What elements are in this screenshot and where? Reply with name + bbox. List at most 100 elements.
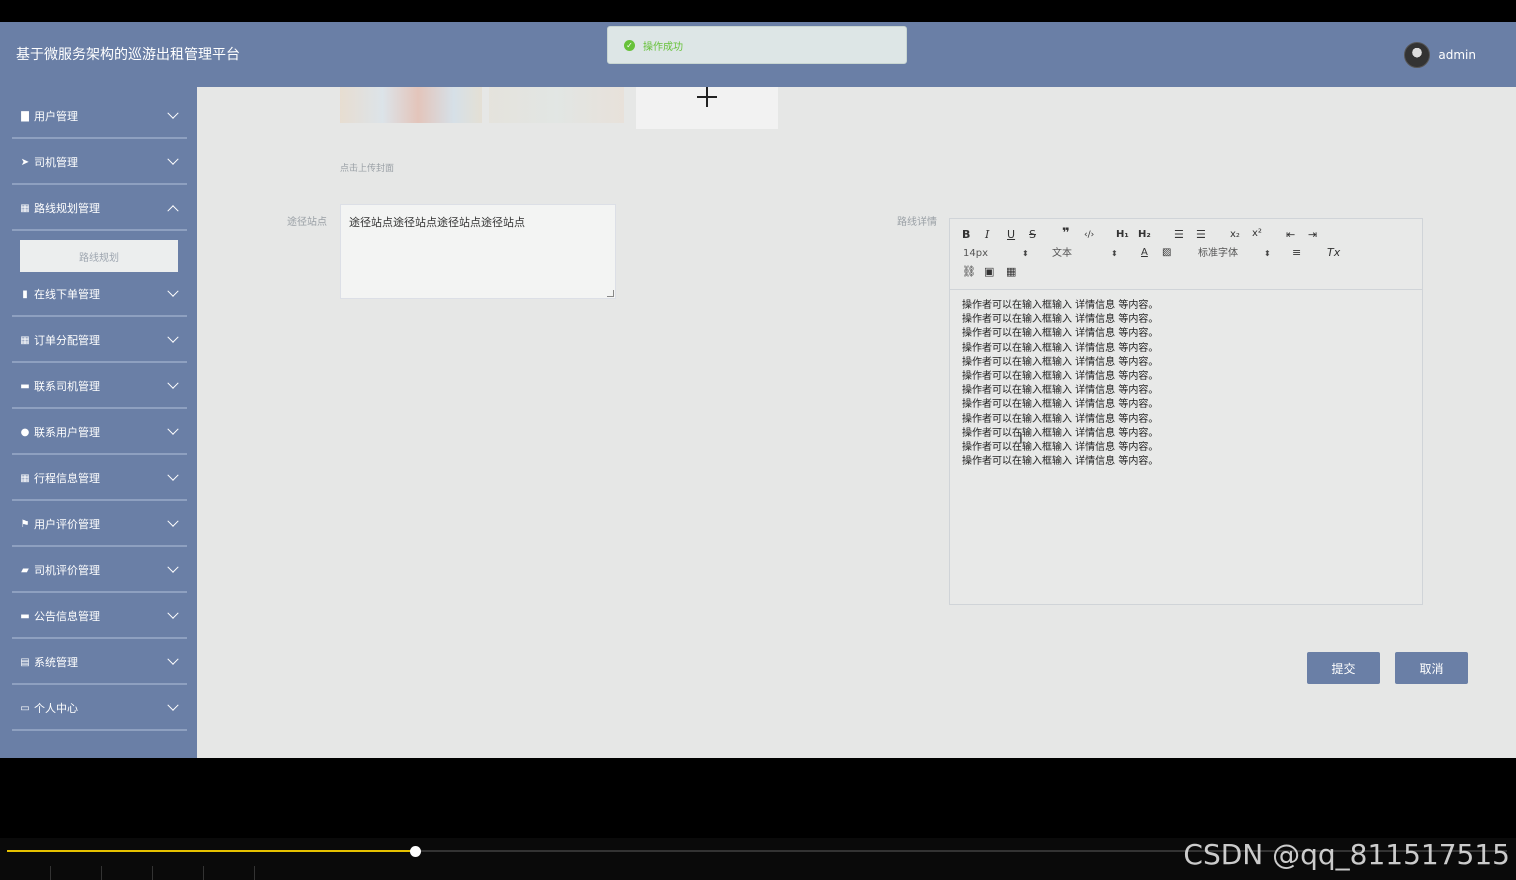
- check-circle-icon: ✓: [624, 39, 635, 51]
- grid-icon: ▦: [20, 334, 30, 346]
- subscript-icon[interactable]: x₂: [1230, 228, 1240, 242]
- stops-textarea[interactable]: 途径站点途径站点途径站点途径站点: [340, 204, 616, 299]
- sidebar-item[interactable]: ▦ 路线规划管理: [12, 187, 187, 231]
- font-color-icon[interactable]: A: [1141, 246, 1148, 260]
- sidebar-item-label: 用户评价管理: [34, 518, 100, 531]
- sidebar-item[interactable]: ▦ 行程信息管理: [12, 457, 187, 501]
- clear-format-icon[interactable]: Tx: [1327, 246, 1340, 260]
- submit-button[interactable]: 提交: [1307, 652, 1380, 684]
- bulb-icon: ●: [20, 426, 30, 438]
- editor-line: 操作者可以在输入框输入 详情信息 等内容。: [962, 342, 1159, 354]
- editor-line: 操作者可以在输入框输入 详情信息 等内容。: [962, 413, 1159, 425]
- text-cursor-icon: I: [1019, 432, 1023, 447]
- font-size-select[interactable]: 14px: [963, 247, 988, 261]
- chevron-down-icon: [167, 153, 179, 165]
- cover-image-thumbnail[interactable]: [340, 87, 482, 123]
- player-tab[interactable]: [0, 866, 51, 880]
- sidebar-item-label: 系统管理: [34, 656, 78, 669]
- background-color-icon[interactable]: ▨: [1162, 246, 1171, 260]
- video-player-bar: CSDN @qq_811517515: [0, 838, 1516, 880]
- editor-line: 操作者可以在输入框输入 详情信息 等内容。: [962, 314, 1159, 326]
- sidebar-item[interactable]: ▇ 用户管理: [12, 95, 187, 139]
- player-tabs: [0, 866, 260, 880]
- chevron-down-icon: [167, 331, 179, 343]
- sidebar-item[interactable]: ⚑ 用户评价管理: [12, 503, 187, 547]
- document-icon: ▤: [20, 656, 30, 668]
- upload-hint: 点击上传封面: [340, 164, 395, 174]
- link-icon[interactable]: ⛓: [962, 265, 976, 279]
- align-icon[interactable]: ≡: [1292, 246, 1301, 260]
- underline-icon[interactable]: U: [1007, 228, 1015, 242]
- sidebar: 路线规划 ▇ 用户管理 ➤ 司机管理 ▦ 路线规划管理 ▮ 在线下单管理 ▦ 订单分配管理 ▬ 联系司…: [0, 87, 197, 758]
- superscript-icon[interactable]: x²: [1252, 227, 1262, 241]
- select-arrow-icon: ⬍: [1022, 249, 1029, 258]
- editor-toolbar: B I U S ❞ ‹/› H₁ H₂ ☰ ☰ x₂ x² ⇤ ⇥ 14px ⬍…: [950, 219, 1422, 290]
- editor-line: 操作者可以在输入框输入 详情信息 等内容。: [962, 442, 1159, 454]
- sidebar-item[interactable]: ▤ 系统管理: [12, 641, 187, 685]
- select-arrow-icon: ⬍: [1264, 249, 1271, 258]
- upload-cover-button[interactable]: [636, 87, 778, 129]
- outdent-icon[interactable]: ⇤: [1286, 228, 1295, 242]
- editor-line: 操作者可以在输入框输入 详情信息 等内容。: [962, 456, 1159, 468]
- editor-line: 操作者可以在输入框输入 详情信息 等内容。: [962, 399, 1159, 411]
- block-format-select[interactable]: 文本: [1052, 247, 1072, 261]
- image-icon[interactable]: ▣: [984, 265, 994, 279]
- window-icon: ▭: [20, 702, 30, 714]
- player-tab[interactable]: [102, 866, 153, 880]
- heading2-icon[interactable]: H₂: [1138, 228, 1151, 242]
- sidebar-item-label: 个人中心: [34, 702, 78, 715]
- watermark: CSDN @qq_811517515: [1183, 838, 1510, 871]
- player-tab[interactable]: [51, 866, 102, 880]
- chevron-down-icon: [167, 561, 179, 573]
- editor-content[interactable]: 操作者可以在输入框输入 详情信息 等内容。 操作者可以在输入框输入 详情信息 等内…: [962, 299, 1158, 469]
- avatar[interactable]: [1404, 42, 1431, 68]
- indent-icon[interactable]: ⇥: [1308, 228, 1317, 242]
- chevron-up-icon: [167, 205, 179, 217]
- sidebar-item[interactable]: ▰ 司机评价管理: [12, 549, 187, 593]
- bullet-list-icon[interactable]: ☰: [1196, 228, 1206, 242]
- sidebar-item[interactable]: ▬ 公告信息管理: [12, 595, 187, 639]
- sidebar-subitem-route-plan[interactable]: 路线规划: [20, 240, 178, 272]
- cover-image-thumbnail[interactable]: [489, 87, 624, 123]
- sidebar-item-label: 司机评价管理: [34, 564, 100, 577]
- chevron-down-icon: [167, 699, 179, 711]
- sidebar-item[interactable]: ▮ 在线下单管理: [12, 273, 187, 317]
- video-icon[interactable]: ▦: [1006, 265, 1016, 279]
- paper-plane-icon: ➤: [20, 156, 30, 168]
- monitor-icon: ▬: [20, 380, 30, 392]
- player-tab[interactable]: [204, 866, 255, 880]
- ordered-list-icon[interactable]: ☰: [1174, 228, 1184, 242]
- progress-fill: [7, 850, 415, 852]
- chevron-down-icon: [167, 377, 179, 389]
- username[interactable]: admin: [1438, 48, 1476, 62]
- editor-line: 操作者可以在输入框输入 详情信息 等内容。: [962, 427, 1159, 439]
- sidebar-item-label: 用户管理: [34, 110, 78, 123]
- editor-line: 操作者可以在输入框输入 详情信息 等内容。: [962, 328, 1159, 340]
- sidebar-item[interactable]: ▦ 订单分配管理: [12, 319, 187, 363]
- chevron-down-icon: [167, 423, 179, 435]
- select-arrow-icon: ⬍: [1111, 249, 1118, 258]
- cancel-button[interactable]: 取消: [1395, 652, 1468, 684]
- sidebar-item-label: 订单分配管理: [34, 334, 100, 347]
- heading1-icon[interactable]: H₁: [1116, 228, 1129, 242]
- font-family-select[interactable]: 标准字体: [1198, 247, 1238, 261]
- user-menu[interactable]: admin: [1404, 42, 1476, 68]
- sidebar-item[interactable]: ● 联系用户管理: [12, 411, 187, 455]
- toast-message: 操作成功: [643, 41, 683, 53]
- resize-grip-icon[interactable]: [607, 290, 614, 297]
- stops-label: 途径站点: [287, 217, 327, 228]
- editor-line: 操作者可以在输入框输入 详情信息 等内容。: [962, 385, 1159, 397]
- thumbs-up-icon: ▰: [21, 564, 29, 576]
- bold-icon[interactable]: B: [962, 228, 970, 242]
- sidebar-item[interactable]: ➤ 司机管理: [12, 141, 187, 185]
- sidebar-item[interactable]: ▭ 个人中心: [12, 687, 187, 731]
- blockquote-icon[interactable]: ❞: [1062, 227, 1070, 241]
- progress-handle[interactable]: [410, 846, 421, 857]
- player-tab[interactable]: [153, 866, 204, 880]
- strikethrough-icon[interactable]: S: [1029, 228, 1036, 242]
- code-block-icon[interactable]: ‹/›: [1084, 228, 1094, 242]
- sidebar-item-label: 司机管理: [34, 156, 78, 169]
- sidebar-item[interactable]: ▬ 联系司机管理: [12, 365, 187, 409]
- chevron-down-icon: [167, 469, 179, 481]
- italic-icon[interactable]: I: [985, 228, 989, 242]
